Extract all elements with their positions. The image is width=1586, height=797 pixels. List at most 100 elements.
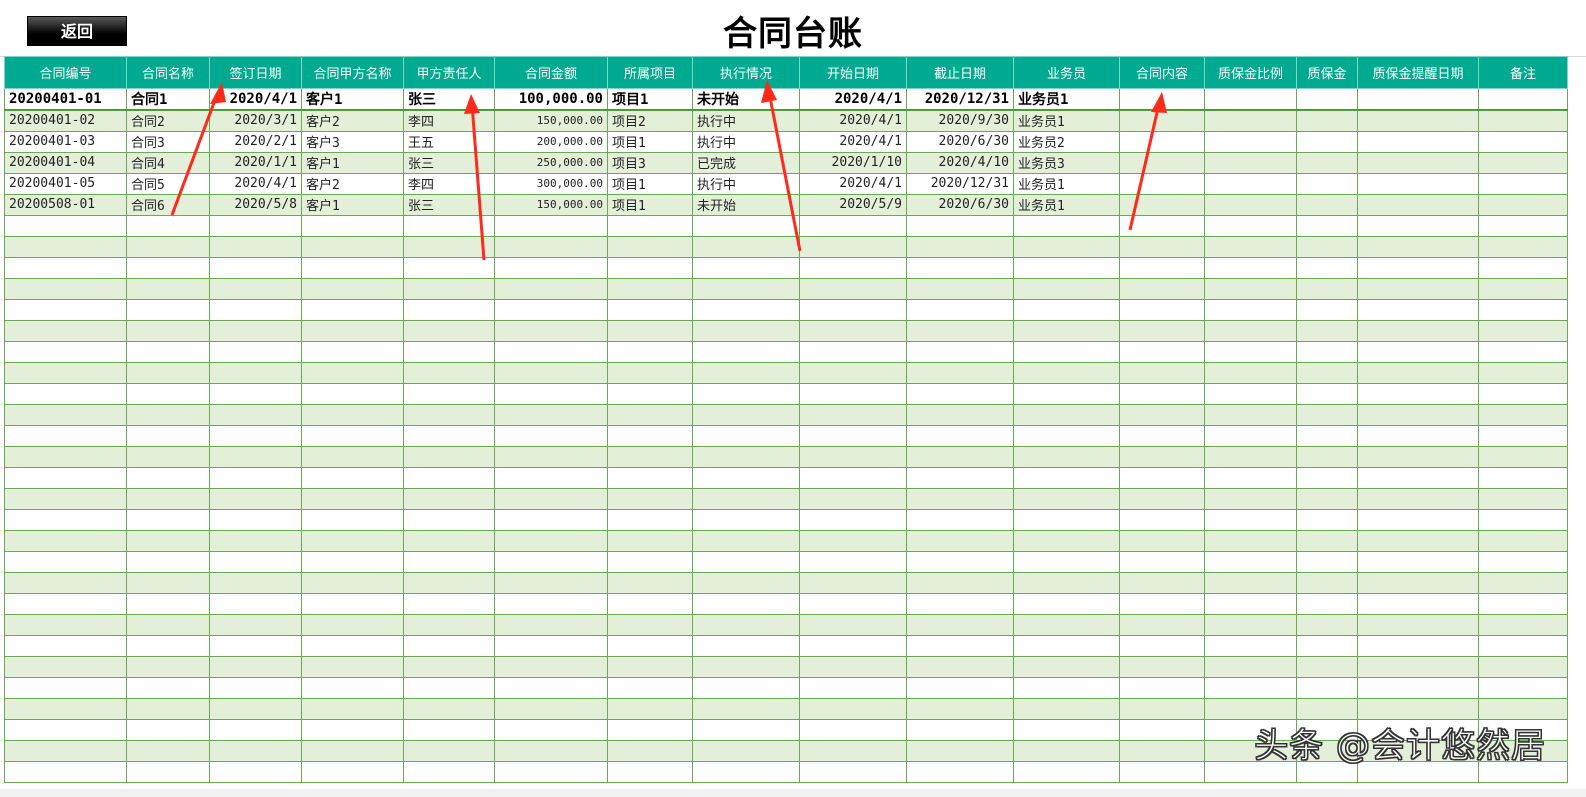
empty-cell[interactable] bbox=[1204, 424, 1297, 447]
empty-cell[interactable] bbox=[209, 529, 302, 552]
empty-cell[interactable] bbox=[1478, 550, 1568, 573]
empty-cell[interactable] bbox=[1204, 613, 1297, 636]
table-cell[interactable]: 2020/12/31 bbox=[906, 172, 1014, 195]
empty-cell[interactable] bbox=[607, 760, 693, 783]
table-cell[interactable] bbox=[1296, 88, 1358, 111]
empty-cell[interactable] bbox=[1204, 403, 1297, 426]
empty-cell[interactable] bbox=[607, 487, 693, 510]
empty-cell[interactable] bbox=[494, 718, 608, 741]
empty-cell[interactable] bbox=[494, 361, 608, 384]
empty-cell[interactable] bbox=[4, 277, 127, 300]
empty-cell[interactable] bbox=[906, 634, 1014, 657]
empty-cell[interactable] bbox=[906, 592, 1014, 615]
table-cell[interactable] bbox=[1478, 172, 1568, 195]
empty-cell[interactable] bbox=[301, 655, 404, 678]
empty-cell[interactable] bbox=[692, 382, 800, 405]
table-cell[interactable]: 业务员2 bbox=[1013, 130, 1120, 153]
empty-cell[interactable] bbox=[301, 382, 404, 405]
table-cell[interactable]: 业务员1 bbox=[1013, 88, 1120, 111]
table-cell[interactable] bbox=[1478, 151, 1568, 174]
column-header[interactable]: 合同名称 bbox=[126, 56, 210, 89]
empty-cell[interactable] bbox=[209, 592, 302, 615]
empty-cell[interactable] bbox=[4, 718, 127, 741]
empty-cell[interactable] bbox=[692, 319, 800, 342]
empty-cell[interactable] bbox=[1204, 466, 1297, 489]
empty-cell[interactable] bbox=[607, 613, 693, 636]
empty-cell[interactable] bbox=[1119, 235, 1205, 258]
empty-cell[interactable] bbox=[906, 466, 1014, 489]
empty-cell[interactable] bbox=[494, 676, 608, 699]
empty-cell[interactable] bbox=[209, 571, 302, 594]
empty-cell[interactable] bbox=[126, 508, 210, 531]
table-cell[interactable] bbox=[1204, 109, 1297, 132]
empty-cell[interactable] bbox=[692, 613, 800, 636]
table-cell[interactable]: 2020/9/30 bbox=[906, 109, 1014, 132]
empty-cell[interactable] bbox=[494, 298, 608, 321]
empty-cell[interactable] bbox=[1013, 214, 1120, 237]
empty-cell[interactable] bbox=[799, 550, 907, 573]
table-cell[interactable]: 项目1 bbox=[607, 172, 693, 195]
empty-cell[interactable] bbox=[4, 655, 127, 678]
table-cell[interactable] bbox=[1204, 130, 1297, 153]
empty-cell[interactable] bbox=[692, 529, 800, 552]
empty-cell[interactable] bbox=[1478, 256, 1568, 279]
empty-cell[interactable] bbox=[126, 340, 210, 363]
empty-cell[interactable] bbox=[209, 445, 302, 468]
empty-cell[interactable] bbox=[1357, 445, 1479, 468]
table-cell[interactable]: 2020/1/1 bbox=[209, 151, 302, 174]
empty-cell[interactable] bbox=[126, 592, 210, 615]
table-cell[interactable]: 执行中 bbox=[692, 130, 800, 153]
table-cell[interactable]: 未开始 bbox=[692, 88, 800, 111]
empty-cell[interactable] bbox=[799, 487, 907, 510]
table-cell[interactable]: 客户3 bbox=[301, 130, 404, 153]
empty-cell[interactable] bbox=[1013, 718, 1120, 741]
empty-cell[interactable] bbox=[1119, 382, 1205, 405]
empty-cell[interactable] bbox=[1296, 214, 1358, 237]
empty-cell[interactable] bbox=[906, 340, 1014, 363]
empty-cell[interactable] bbox=[799, 382, 907, 405]
empty-cell[interactable] bbox=[1013, 634, 1120, 657]
empty-cell[interactable] bbox=[1204, 235, 1297, 258]
column-header[interactable]: 甲方责任人 bbox=[403, 56, 495, 89]
empty-cell[interactable] bbox=[1204, 697, 1297, 720]
table-cell[interactable]: 客户2 bbox=[301, 109, 404, 132]
empty-cell[interactable] bbox=[4, 529, 127, 552]
empty-cell[interactable] bbox=[1357, 487, 1479, 510]
empty-cell[interactable] bbox=[4, 256, 127, 279]
empty-cell[interactable] bbox=[403, 487, 495, 510]
table-cell[interactable]: 2020/3/1 bbox=[209, 109, 302, 132]
empty-cell[interactable] bbox=[799, 739, 907, 762]
empty-cell[interactable] bbox=[4, 613, 127, 636]
empty-cell[interactable] bbox=[126, 613, 210, 636]
empty-cell[interactable] bbox=[4, 466, 127, 489]
empty-cell[interactable] bbox=[906, 319, 1014, 342]
empty-cell[interactable] bbox=[209, 382, 302, 405]
empty-cell[interactable] bbox=[906, 508, 1014, 531]
table-cell[interactable] bbox=[1478, 193, 1568, 216]
empty-cell[interactable] bbox=[1478, 319, 1568, 342]
empty-cell[interactable] bbox=[799, 571, 907, 594]
empty-cell[interactable] bbox=[692, 235, 800, 258]
empty-cell[interactable] bbox=[906, 235, 1014, 258]
empty-cell[interactable] bbox=[4, 361, 127, 384]
empty-cell[interactable] bbox=[1013, 739, 1120, 762]
table-cell[interactable] bbox=[1478, 88, 1568, 111]
empty-cell[interactable] bbox=[799, 319, 907, 342]
empty-cell[interactable] bbox=[906, 403, 1014, 426]
empty-cell[interactable] bbox=[799, 277, 907, 300]
empty-cell[interactable] bbox=[607, 571, 693, 594]
empty-cell[interactable] bbox=[692, 508, 800, 531]
empty-cell[interactable] bbox=[209, 319, 302, 342]
empty-cell[interactable] bbox=[209, 298, 302, 321]
empty-cell[interactable] bbox=[1013, 529, 1120, 552]
empty-cell[interactable] bbox=[1013, 655, 1120, 678]
empty-cell[interactable] bbox=[692, 571, 800, 594]
empty-cell[interactable] bbox=[1296, 298, 1358, 321]
table-cell[interactable] bbox=[1478, 130, 1568, 153]
empty-cell[interactable] bbox=[799, 214, 907, 237]
empty-cell[interactable] bbox=[692, 340, 800, 363]
empty-cell[interactable] bbox=[4, 550, 127, 573]
empty-cell[interactable] bbox=[1119, 487, 1205, 510]
table-cell[interactable]: 合同1 bbox=[126, 88, 210, 111]
empty-cell[interactable] bbox=[301, 508, 404, 531]
